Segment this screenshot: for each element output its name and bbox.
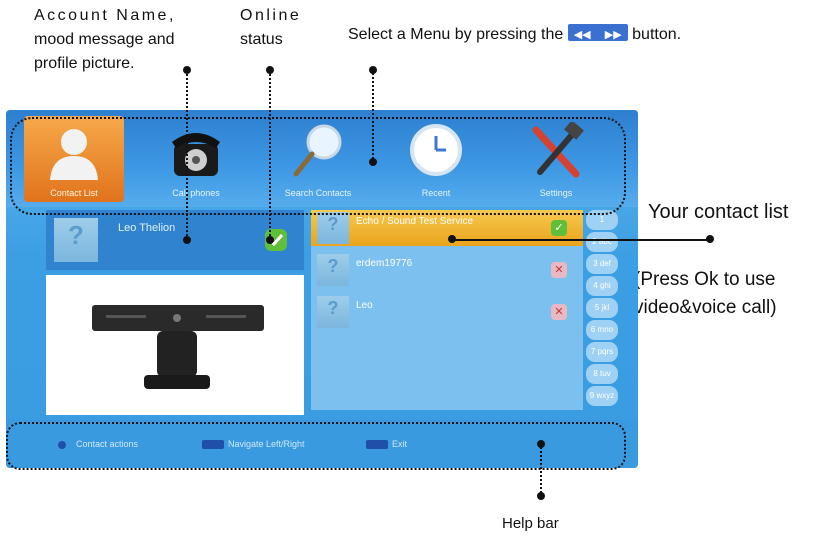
profile-picture: ? [54,218,98,262]
callout-line-online [269,70,271,240]
question-mark-icon: ? [327,298,339,318]
annotation-select-prefix: Select a Menu by pressing the [348,26,564,43]
contact-avatar: ? [317,296,349,328]
callout-dot-help-bottom [537,492,545,500]
contact-name: Leo [356,300,373,311]
annotation-select-suffix: button. [632,26,682,43]
contact-avatar: ? [317,212,349,244]
callout-dot-online-bottom [266,236,274,244]
help-bar-outline [6,422,626,470]
question-mark-icon: ? [68,220,84,250]
alpha-key[interactable]: 8 tuv [586,364,618,384]
contact-avatar: ? [317,254,349,286]
annotation-account-line1: Account Name, [34,7,176,24]
alpha-key[interactable]: 9 wxyz [586,386,618,406]
camera-preview [46,275,304,415]
annotation-select-menu: Select a Menu by pressing the ◀◀ ▶▶ butto… [348,24,681,45]
callout-line-contacts [452,239,710,241]
contact-item[interactable]: ? Leo ✕ [311,294,583,330]
annotation-contact-list: Your contact list [648,201,789,223]
contact-name: Echo / Sound Test Service [356,216,474,227]
callout-dot-help-top [537,440,545,448]
annotation-help-bar: Help bar [502,515,559,532]
question-mark-icon: ? [327,214,339,234]
account-name: Leo Thelion [118,222,176,234]
left-right-button-icon: ◀◀ ▶▶ [567,24,628,41]
callout-dot-contacts-right [706,235,714,243]
online-status-icon: ✓ [551,220,567,236]
callout-dot-menu-bottom [369,158,377,166]
contact-name: erdem19776 [356,258,413,269]
question-mark-icon: ? [327,256,339,276]
alpha-key[interactable]: 6 mno [586,320,618,340]
callout-dot-menu-top [369,66,377,74]
offline-status-icon: ✕ [551,304,567,320]
alpha-key[interactable]: 5 jkl [586,298,618,318]
callout-line-help [540,444,542,496]
callout-dot-account-bottom [183,236,191,244]
annotation-account-line3: profile picture. [34,55,135,72]
annotation-online-line2: status [240,31,283,48]
annotation-press-line2: video&voice call) [634,297,777,318]
alpha-key[interactable]: 2 abc [586,232,618,252]
alpha-key[interactable]: 3 def [586,254,618,274]
callout-line-menu [372,70,374,162]
callout-dot-online-top [266,66,274,74]
menu-bar-outline [10,117,626,215]
offline-status-icon: ✕ [551,262,567,278]
contact-item[interactable]: ? erdem19776 ✕ [311,252,583,288]
alpha-key[interactable]: 4 ghi [586,276,618,296]
webcam-image [92,305,264,389]
alpha-key[interactable]: 7 pqrs [586,342,618,362]
callout-dot-account-top [183,66,191,74]
callout-line-account [186,70,188,240]
callout-dot-contacts-left [448,235,456,243]
annotation-press-line1: (Press Ok to use [634,269,776,290]
annotation-online-line1: Online [240,7,302,24]
annotation-account-line2: mood message and [34,31,175,48]
